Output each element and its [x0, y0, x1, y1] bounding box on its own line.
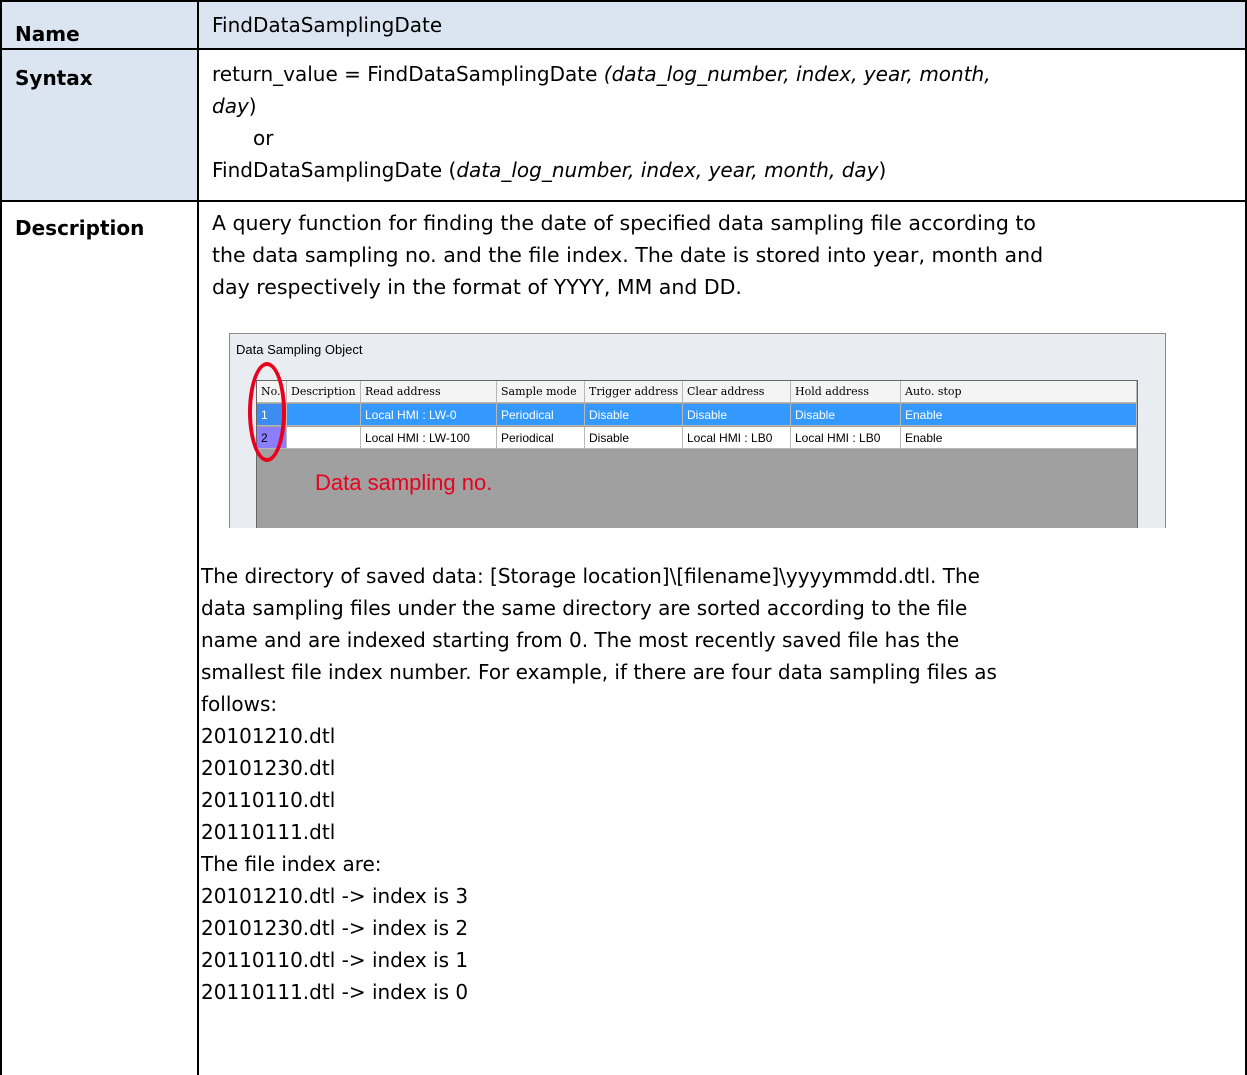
column-header: Clear address	[683, 381, 791, 403]
column-header: Hold address	[791, 381, 901, 403]
syntax-label-cell: Syntax	[0, 48, 199, 202]
name-value-cell: FindDataSamplingDate	[197, 0, 1247, 50]
syntax-alt-call: FindDataSamplingDate (	[212, 158, 457, 182]
table-cell: Periodical	[497, 427, 585, 449]
table-cell: Enable	[901, 404, 1137, 426]
table-cell: Disable	[791, 404, 901, 426]
syntax-or: or	[253, 126, 274, 150]
body-line: data sampling files under the same direc…	[201, 596, 968, 620]
name-label: Name	[15, 22, 80, 46]
grid-header: No. Description Read address Sample mode…	[257, 381, 1137, 403]
body-line: 20101230.dtl	[201, 756, 336, 780]
syntax-line-1: return_value = FindDataSamplingDate (dat…	[212, 58, 1245, 90]
body-line: The file index are:	[201, 852, 382, 876]
body-line: 20110110.dtl	[201, 788, 336, 812]
body-line: 20110111.dtl	[201, 820, 336, 844]
intro-line: day respectively in the format of YYYY, …	[212, 275, 742, 299]
data-sampling-no-annotation: Data sampling no.	[315, 470, 493, 495]
body-line: 20101210.dtl -> index is 3	[201, 884, 469, 908]
table-cell	[287, 404, 361, 426]
body-line: 20110111.dtl -> index is 0	[201, 980, 469, 1004]
function-reference-table: Name FindDataSamplingDate Syntax return_…	[0, 0, 1247, 1075]
table-cell	[287, 427, 361, 449]
syntax-function-call: return_value = FindDataSamplingDate	[212, 62, 604, 86]
data-sampling-object-screenshot: Data Sampling Object No. Description Rea…	[229, 333, 1166, 528]
table-cell: Local HMI : LW-0	[361, 404, 497, 426]
column-header: Trigger address	[585, 381, 683, 403]
column-header: Auto. stop	[901, 381, 1137, 403]
window-title: Data Sampling Object	[236, 342, 363, 357]
table-cell: Local HMI : LW-100	[361, 427, 497, 449]
table-cell: Periodical	[497, 404, 585, 426]
body-line: name and are indexed starting from 0. Th…	[201, 628, 960, 652]
table-cell: Local HMI : LB0	[791, 427, 901, 449]
intro-line: A query function for finding the date of…	[212, 211, 1036, 235]
column-header: Description	[287, 381, 361, 403]
body-line: The directory of saved data: [Storage lo…	[201, 564, 980, 588]
syntax-line-4: FindDataSamplingDate (data_log_number, i…	[212, 154, 1245, 186]
table-cell: Disable	[585, 427, 683, 449]
intro-line: the data sampling no. and the file index…	[212, 243, 1044, 267]
description-label: Description	[15, 216, 145, 240]
body-line: 20101230.dtl -> index is 2	[201, 916, 469, 940]
syntax-argument-day: day	[212, 94, 249, 118]
table-cell: Disable	[683, 404, 791, 426]
data-sampling-grid: No. Description Read address Sample mode…	[256, 380, 1138, 528]
syntax-value-cell: return_value = FindDataSamplingDate (dat…	[197, 48, 1247, 202]
syntax-close-paren: )	[248, 94, 257, 118]
name-value: FindDataSamplingDate	[212, 13, 443, 37]
table-row: 1 Local HMI : LW-0 Periodical Disable Di…	[257, 404, 1137, 426]
description-intro: A query function for finding the date of…	[212, 202, 1245, 303]
description-label-cell: Description	[0, 200, 199, 1075]
body-line: 20110110.dtl -> index is 1	[201, 948, 469, 972]
table-cell: Enable	[901, 427, 1137, 449]
column-header: Sample mode	[497, 381, 585, 403]
body-line: follows:	[201, 692, 278, 716]
syntax-alt-arguments: data_log_number, index, year, month, day	[456, 158, 879, 182]
table-row: 2 Local HMI : LW-100 Periodical Disable …	[257, 427, 1137, 449]
table-cell: Disable	[585, 404, 683, 426]
column-header: Read address	[361, 381, 497, 403]
syntax-label: Syntax	[15, 66, 93, 90]
description-value-cell: A query function for finding the date of…	[197, 200, 1247, 1075]
table-cell: Local HMI : LB0	[683, 427, 791, 449]
syntax-alt-close-paren: )	[878, 158, 887, 182]
syntax-arguments: (data_log_number, index, year, month,	[603, 62, 991, 86]
syntax-line-2: day)	[212, 90, 1245, 122]
description-body: The directory of saved data: [Storage lo…	[199, 560, 997, 1008]
name-label-cell: Name	[0, 0, 199, 50]
body-line: 20101210.dtl	[201, 724, 336, 748]
body-line: smallest file index number. For example,…	[201, 660, 997, 684]
highlight-oval	[248, 362, 286, 462]
